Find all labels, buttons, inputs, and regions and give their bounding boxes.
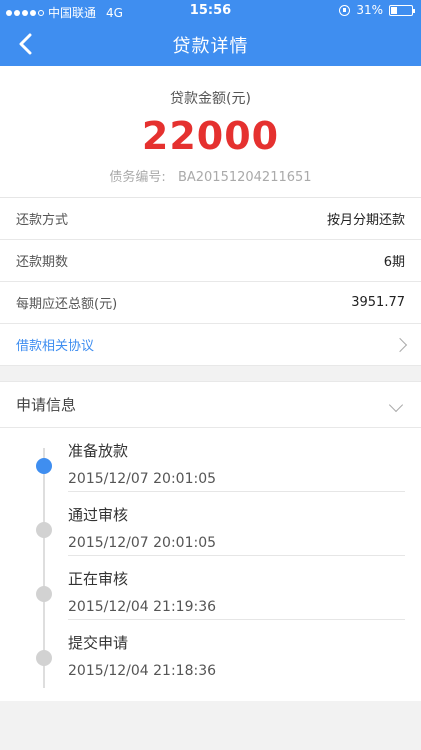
detail-value: 3951.77 [351, 295, 405, 310]
timeline-item: 通过审核 2015/12/07 20:01:05 [0, 492, 421, 556]
battery-percent: 31% [356, 3, 383, 17]
timeline-step-time: 2015/12/04 21:19:36 [68, 599, 217, 615]
detail-row-installment-total: 每期应还总额(元) 3951.77 [0, 282, 421, 324]
detail-row-repayment-method: 还款方式 按月分期还款 [0, 198, 421, 240]
timeline-dot [36, 522, 52, 538]
battery-icon [389, 4, 415, 16]
loan-amount-label: 贷款金额(元) [170, 91, 251, 107]
timeline-step-time: 2015/12/04 21:18:36 [68, 663, 217, 679]
bottom-area [0, 701, 421, 750]
debt-number-row: 债务编号: BA20151204211651 [0, 166, 421, 185]
detail-label: 还款方式 [16, 213, 69, 228]
page-title: 贷款详情 [172, 36, 249, 57]
detail-value: 按月分期还款 [326, 213, 405, 228]
detail-value: 6期 [383, 255, 405, 270]
chevron-down-icon [388, 397, 404, 412]
timeline-item: 正在审核 2015/12/04 21:19:36 [0, 556, 421, 620]
timeline-item: 提交申请 2015/12/04 21:18:36 [0, 620, 421, 684]
application-info-section: 申请信息 准备放款 2015/12/07 20:01:05 通过审核 2015/… [0, 381, 421, 701]
application-info-header[interactable]: 申请信息 [0, 382, 421, 428]
timeline-step-title: 准备放款 [68, 442, 129, 460]
debt-number-value: BA20151204211651 [177, 170, 312, 185]
timeline-dot [36, 458, 52, 474]
loan-amount-value: 22000 [141, 114, 280, 158]
debt-number-label: 债务编号: [109, 170, 166, 185]
agreement-link[interactable]: 借款相关协议 [0, 324, 421, 366]
screen: 中国联通 4G 15:56 31% 贷款详情 贷款金额(元) 22000 债务编… [0, 0, 421, 750]
status-bar: 中国联通 4G 15:56 31% [0, 0, 421, 22]
status-right: 31% [339, 3, 415, 17]
timeline-dot [36, 586, 52, 602]
loan-amount-section: 贷款金额(元) 22000 债务编号: BA20151204211651 [0, 66, 421, 198]
detail-label: 每期应还总额(元) [16, 297, 118, 312]
timeline-step-time: 2015/12/07 20:01:05 [68, 535, 217, 551]
loan-details-list: 还款方式 按月分期还款 还款期数 6期 每期应还总额(元) 3951.77 借款… [0, 198, 421, 366]
timeline-step-time: 2015/12/07 20:01:05 [68, 471, 217, 487]
rotation-lock-icon [339, 4, 351, 16]
application-timeline: 准备放款 2015/12/07 20:01:05 通过审核 2015/12/07… [0, 428, 421, 688]
timeline-dot [36, 650, 52, 666]
timeline-item: 准备放款 2015/12/07 20:01:05 [0, 428, 421, 492]
detail-label: 还款期数 [16, 255, 69, 270]
application-info-title: 申请信息 [16, 396, 77, 414]
agreement-link-label: 借款相关协议 [16, 339, 95, 354]
nav-bar: 贷款详情 [0, 22, 421, 66]
detail-row-periods: 还款期数 6期 [0, 240, 421, 282]
timeline-step-title: 通过审核 [68, 506, 129, 524]
timeline-step-title: 正在审核 [68, 570, 129, 588]
timeline-step-title: 提交申请 [68, 634, 129, 652]
chevron-right-icon [392, 337, 408, 352]
